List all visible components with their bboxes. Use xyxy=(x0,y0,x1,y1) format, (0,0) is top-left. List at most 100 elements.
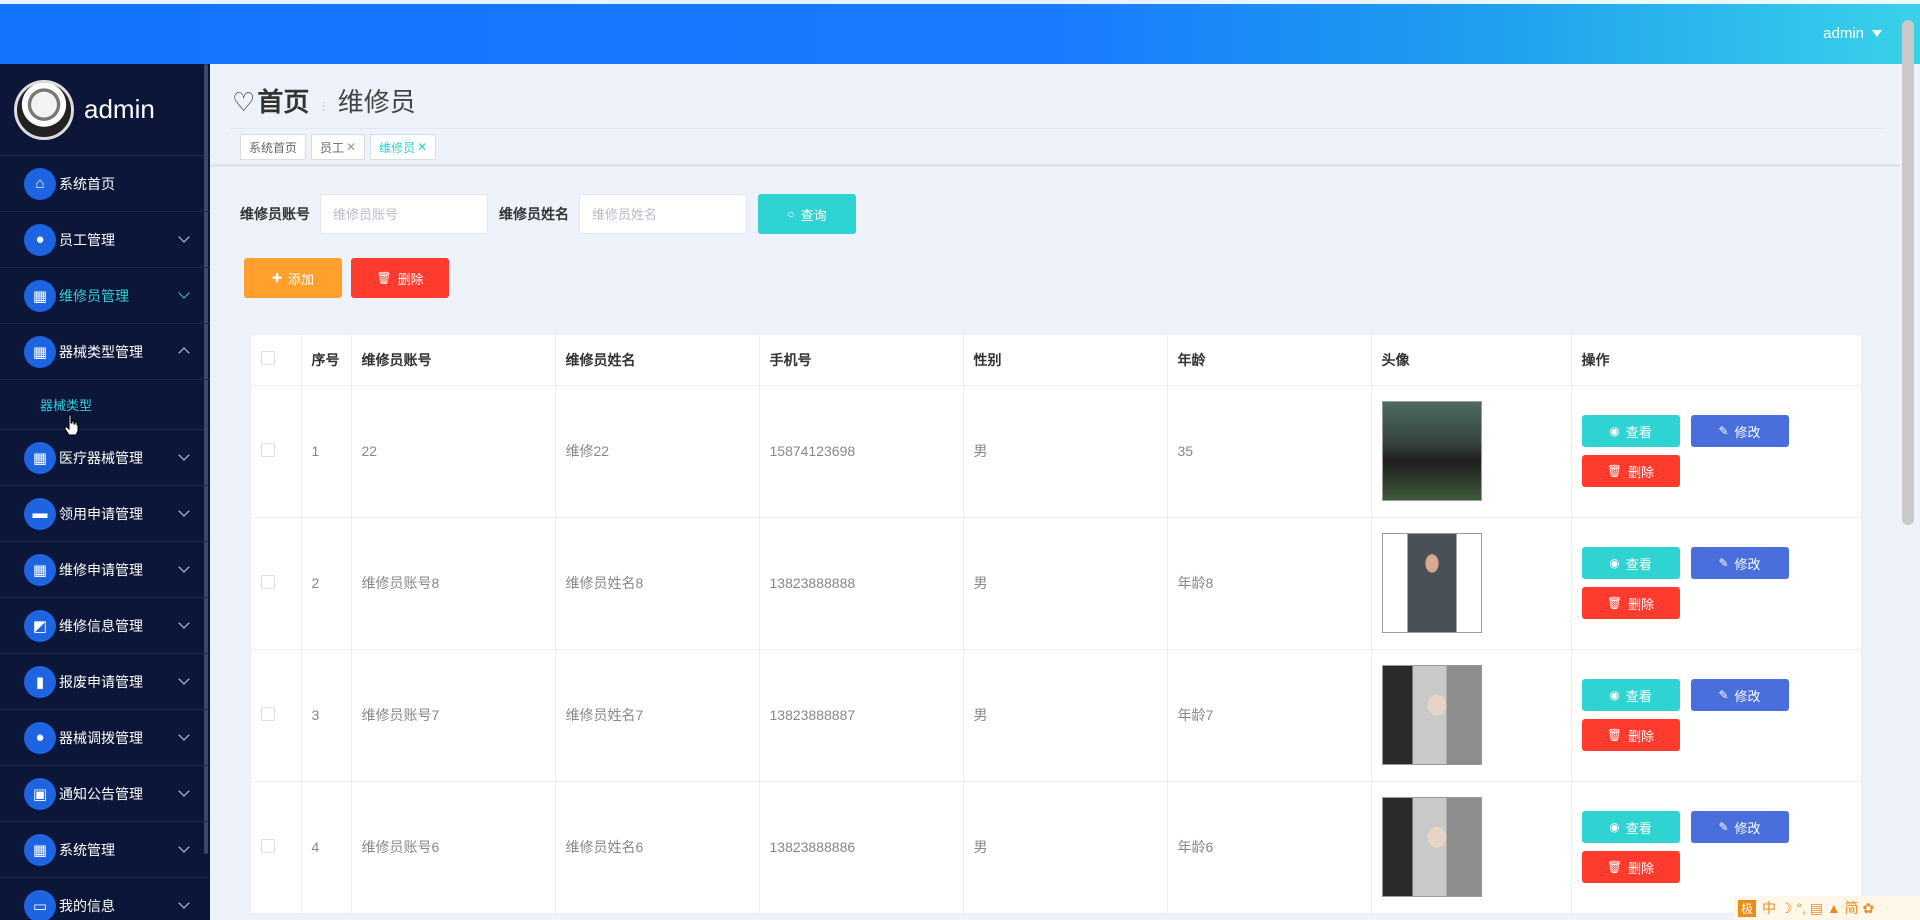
row-checkbox[interactable] xyxy=(261,442,275,457)
delete-button[interactable]: 🗑 删除 xyxy=(1581,719,1680,751)
tag-label: 员工 xyxy=(320,140,345,155)
avatar-photo[interactable] xyxy=(1381,533,1482,633)
grid-icon: ▦ xyxy=(24,553,56,586)
delete-button[interactable]: 🗑 删除 xyxy=(1581,455,1680,487)
delete-button[interactable]: 🗑 删除 xyxy=(1581,851,1680,883)
eye-icon: ◉ xyxy=(1609,556,1620,570)
sidebar-item-label: 领用申请管理 xyxy=(59,505,143,522)
row-checkbox[interactable] xyxy=(261,574,275,589)
select-all-checkbox[interactable] xyxy=(261,351,275,366)
cell-phone: 13823888886 xyxy=(759,781,964,914)
edit-button[interactable]: ✎ 修改 xyxy=(1690,547,1789,579)
avatar-photo[interactable] xyxy=(1381,797,1482,897)
sidebar-item[interactable]: ▦ 医疗器械管理 xyxy=(0,430,210,486)
view-button[interactable]: ◉ 查看 xyxy=(1581,811,1680,843)
account-input[interactable] xyxy=(320,194,488,234)
sidebar-item-label: 报废申请管理 xyxy=(59,673,143,690)
sidebar-item[interactable]: ● 员工管理 xyxy=(0,212,210,268)
user-menu[interactable]: admin xyxy=(1823,25,1882,42)
view-button[interactable]: ◉ 查看 xyxy=(1581,415,1680,447)
add-button[interactable]: ✚ 添加 xyxy=(244,258,342,298)
edit-button[interactable]: ✎ 修改 xyxy=(1690,811,1789,843)
breadcrumb-home[interactable]: 首页 xyxy=(257,82,309,119)
sidebar-item-label: 员工管理 xyxy=(59,231,115,248)
grid-icon: ▦ xyxy=(24,441,56,474)
delete-label: 删除 xyxy=(1628,596,1655,612)
pencil-icon: ✎ xyxy=(1718,556,1729,570)
pencil-icon: ✎ xyxy=(1718,424,1729,438)
row-select-cell xyxy=(251,517,302,650)
close-icon[interactable]: ✕ xyxy=(346,140,356,154)
chevron-up-icon xyxy=(178,347,190,359)
cell-operations: ◉ 查看 ✎ 修改 🗑 删除 xyxy=(1571,781,1862,914)
edit-label: 修改 xyxy=(1734,424,1761,440)
cell-operations: ◉ 查看 ✎ 修改 🗑 删除 xyxy=(1571,649,1862,782)
user-icon: ● xyxy=(24,721,56,754)
row-checkbox[interactable] xyxy=(261,838,275,853)
close-icon[interactable]: ✕ xyxy=(417,140,427,154)
chevron-down-icon xyxy=(178,841,190,853)
sidebar-brand: admin xyxy=(0,64,210,156)
sidebar-item[interactable]: ⌂ 系统首页 xyxy=(0,156,210,212)
sidebar-item[interactable]: ▦ 维修申请管理 xyxy=(0,542,210,598)
sidebar-item[interactable]: ▦ 系统管理 xyxy=(0,822,210,878)
sidebar-item-label: 医疗器械管理 xyxy=(59,449,143,466)
view-button[interactable]: ◉ 查看 xyxy=(1581,679,1680,711)
tag-item[interactable]: 系统首页 xyxy=(240,134,307,160)
cell-phone: 15874123698 xyxy=(759,385,964,518)
sidebar-item[interactable]: ● 器械调拨管理 xyxy=(0,710,210,766)
cell-name: 维修员姓名8 xyxy=(555,517,760,650)
sidebar-item[interactable]: ▭ 我的信息 xyxy=(0,878,210,920)
col-header: 头像 xyxy=(1371,335,1572,386)
top-bar: admin xyxy=(0,0,1920,64)
eye-icon: ◉ xyxy=(1609,424,1620,438)
avatar-photo[interactable] xyxy=(1381,401,1482,501)
query-button[interactable]: ○ 查询 xyxy=(758,194,856,234)
table-row: 4 维修员账号6 维修员姓名6 13823888886 男年龄6 ◉ 查看 ✎ 修改 🗑 删除 xyxy=(251,781,1862,914)
search-form: 维修员账号 维修员姓名 ○ 查询 xyxy=(240,194,856,234)
cell-gender: 男 xyxy=(963,385,1168,518)
delete-button[interactable]: 🗑 删除 xyxy=(1581,587,1680,619)
tag-item[interactable]: 维修员 ✕ xyxy=(370,134,437,160)
row-select-cell xyxy=(251,385,302,518)
col-header: 维修员账号 xyxy=(351,335,556,386)
ime-logo: 极 xyxy=(1738,899,1757,917)
cell-avatar xyxy=(1371,781,1572,914)
delete-label: 删除 xyxy=(1628,860,1655,876)
batch-delete-label: 删除 xyxy=(397,271,424,287)
batch-delete-button[interactable]: 🗑 删除 xyxy=(351,258,449,298)
cell-age: 35 xyxy=(1167,385,1372,518)
sidebar-item[interactable]: ▬ 领用申请管理 xyxy=(0,486,210,542)
page-scrollbar[interactable] xyxy=(1902,20,1914,525)
sidebar-item[interactable]: ▣ 通知公告管理 xyxy=(0,766,210,822)
sidebar-subitem[interactable]: 器械类型 xyxy=(0,380,210,430)
cell-account: 维修员账号8 xyxy=(351,517,556,650)
view-label: 查看 xyxy=(1625,820,1652,836)
cell-operations: ◉ 查看 ✎ 修改 🗑 删除 xyxy=(1571,385,1862,518)
account-label: 维修员账号 xyxy=(240,206,310,222)
sidebar-item-label: 器械调拨管理 xyxy=(59,729,143,746)
chevron-down-icon xyxy=(178,561,190,573)
pencil-icon: ✎ xyxy=(1718,688,1729,702)
sidebar-item[interactable]: ◩ 维修信息管理 xyxy=(0,598,210,654)
edit-button[interactable]: ✎ 修改 xyxy=(1690,415,1789,447)
avatar-photo[interactable] xyxy=(1381,665,1482,765)
edit-label: 修改 xyxy=(1734,688,1761,704)
sidebar-item[interactable]: ▮ 报废申请管理 xyxy=(0,654,210,710)
ime-toolbar[interactable]: 极 中 ☽ °, ▤ ▲ 简 ✿ xyxy=(1734,896,1920,920)
cell-name: 维修22 xyxy=(555,385,760,518)
data-table: 序号 维修员账号 维修员姓名 手机号 性别 年龄 头像 操作 1 22 维修22 15… xyxy=(250,334,1863,915)
card-icon: ▭ xyxy=(24,889,56,920)
sidebar-item[interactable]: ▦ 维修员管理 xyxy=(0,268,210,324)
sidebar-nav: ⌂ 系统首页 ● 员工管理 ▦ 维修员管理 ▦ 器械类型管理 器械类型 ▦ 医疗器械管理 ▬ 领用申请管… xyxy=(0,156,210,920)
col-header: 序号 xyxy=(301,335,352,386)
sidebar-item[interactable]: ▦ 器械类型管理 xyxy=(0,324,210,380)
name-input[interactable] xyxy=(579,194,747,234)
query-button-label: 查询 xyxy=(800,207,827,223)
home-icon: ⌂ xyxy=(24,167,56,200)
trash-icon: 🗑 xyxy=(1606,860,1623,874)
tag-item[interactable]: 员工 ✕ xyxy=(311,134,366,160)
edit-button[interactable]: ✎ 修改 xyxy=(1690,679,1789,711)
view-button[interactable]: ◉ 查看 xyxy=(1581,547,1680,579)
row-checkbox[interactable] xyxy=(261,706,275,721)
